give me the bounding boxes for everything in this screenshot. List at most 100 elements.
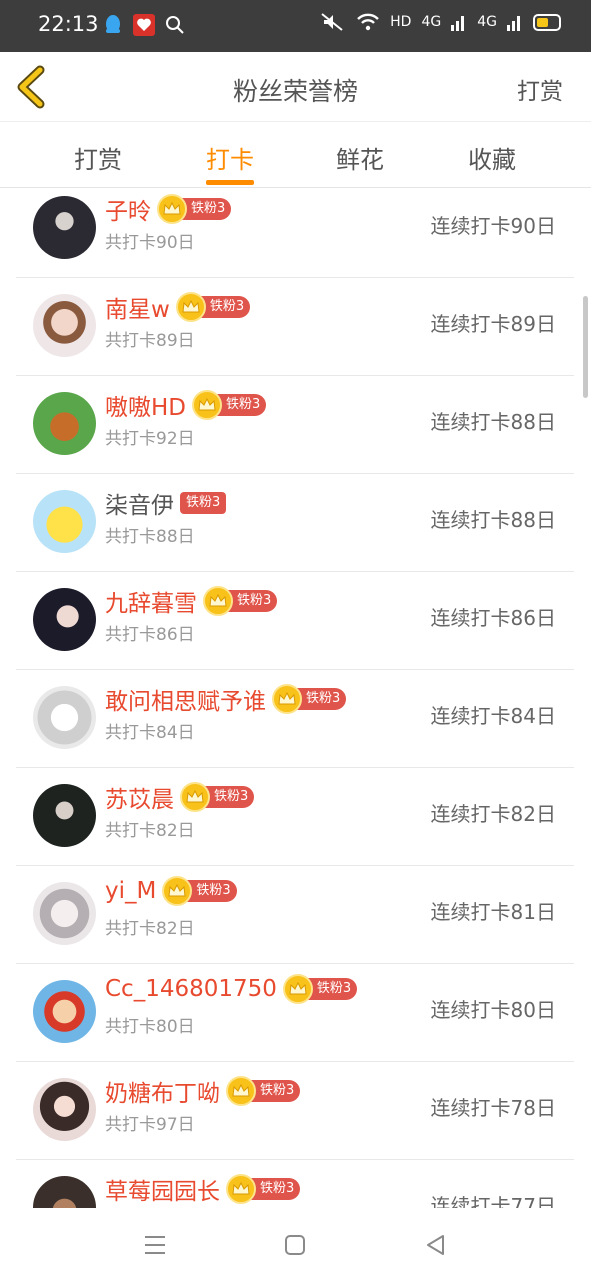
streak-days: 连续打卡77日 — [430, 1194, 556, 1208]
fan-badge: 铁粉3 — [226, 1076, 301, 1106]
avatar — [33, 196, 96, 259]
total-checkin: 共打卡88日 — [105, 527, 195, 547]
fan-badge: 铁粉3 — [180, 491, 227, 515]
home-button[interactable] — [278, 1228, 312, 1262]
system-status-icons: HD 4G 4G — [320, 12, 561, 32]
streak-days: 连续打卡88日 — [430, 410, 556, 434]
avatar — [33, 392, 96, 455]
header: 粉丝荣誉榜 打赏 — [0, 52, 591, 122]
total-checkin: 共打卡92日 — [105, 429, 195, 449]
hd-label: HD — [390, 14, 412, 30]
crown-icon — [203, 586, 233, 616]
avatar — [33, 294, 96, 357]
user-name: 九辞暮雪 — [105, 591, 197, 617]
tab-reward[interactable]: 打赏 — [58, 140, 138, 175]
user-name: 嗷嗷HD — [105, 395, 187, 421]
status-bar: 22:13 HD 4G 4G — [0, 0, 591, 52]
avatar — [33, 490, 96, 553]
total-checkin: 共打卡97日 — [105, 1115, 195, 1135]
mute-icon — [321, 13, 343, 31]
list-item[interactable]: 奶糖布丁呦 铁粉3 共打卡97日 连续打卡78日 — [16, 1062, 574, 1160]
total-checkin: 共打卡86日 — [105, 625, 195, 645]
total-checkin: 共打卡90日 — [105, 233, 195, 253]
streak-days: 连续打卡88日 — [430, 508, 556, 532]
fan-badge: 铁粉3 — [272, 684, 347, 714]
fan-badge: 铁粉3 — [226, 1174, 301, 1204]
user-name: 柒音伊 — [105, 493, 174, 519]
avatar — [33, 980, 96, 1043]
list-item[interactable]: yi_M 铁粉3 共打卡82日 连续打卡81日 — [16, 866, 574, 964]
crown-icon — [157, 194, 187, 224]
tab-checkin[interactable]: 打卡 — [190, 140, 270, 175]
crown-icon — [175, 292, 206, 322]
user-name: 奶糖布丁呦 — [105, 1081, 220, 1107]
search-icon — [166, 16, 184, 34]
badge-label: 铁粉3 — [180, 492, 227, 514]
user-name: 苏苡晨 — [105, 787, 174, 813]
qq-icon — [106, 15, 120, 33]
list-item[interactable]: Cc_146801750 铁粉3 共打卡80日 连续打卡80日 — [16, 964, 574, 1062]
notification-icons — [103, 14, 185, 36]
list-item[interactable]: 南星w 铁粉3 共打卡89日 连续打卡89日 — [16, 278, 574, 376]
heart-app-icon — [133, 14, 155, 36]
list-item[interactable]: 苏苡晨 铁粉3 共打卡82日 连续打卡82日 — [16, 768, 574, 866]
fan-badge: 铁粉3 — [203, 586, 278, 616]
streak-days: 连续打卡84日 — [430, 704, 556, 728]
avatar — [33, 1176, 96, 1208]
status-time: 22:13 — [38, 12, 99, 36]
reward-button[interactable]: 打赏 — [517, 72, 563, 106]
crown-icon — [180, 782, 210, 812]
user-name: 草莓园园长 — [105, 1179, 220, 1205]
scrollbar[interactable] — [583, 296, 588, 398]
menu-icon — [145, 1236, 165, 1254]
wifi-icon — [357, 13, 380, 31]
fan-list: 子昤 铁粉3 共打卡90日 连续打卡90日 南星w 铁粉3 共打卡89日 连续打… — [0, 188, 591, 1208]
back-triangle-icon — [427, 1235, 444, 1255]
crown-icon — [226, 1076, 256, 1106]
signal-icon-2 — [507, 16, 520, 31]
fan-badge: 铁粉3 — [162, 876, 237, 906]
list-item[interactable]: 嗷嗷HD 铁粉3 共打卡92日 连续打卡88日 — [16, 376, 574, 474]
system-nav-bar — [0, 1208, 591, 1280]
list-item[interactable]: 九辞暮雪 铁粉3 共打卡86日 连续打卡86日 — [16, 572, 574, 670]
streak-days: 连续打卡86日 — [430, 606, 556, 630]
fan-badge: 铁粉3 — [157, 194, 232, 224]
list-item[interactable]: 敢问相思赋予谁 铁粉3 共打卡84日 连续打卡84日 — [16, 670, 574, 768]
battery-icon — [533, 13, 561, 31]
home-square-icon — [285, 1235, 305, 1255]
active-tab-indicator — [206, 180, 254, 185]
back-nav-button[interactable] — [418, 1228, 452, 1262]
list-item[interactable]: 子昤 铁粉3 共打卡90日 连续打卡90日 — [16, 188, 574, 278]
total-checkin: 共打卡89日 — [105, 331, 195, 351]
total-checkin: 共打卡82日 — [105, 821, 195, 841]
signal-4g-label: 4G — [421, 14, 442, 30]
tab-flowers[interactable]: 鲜花 — [320, 140, 400, 175]
user-name: 子昤 — [105, 199, 151, 225]
crown-icon — [192, 390, 223, 420]
crown-icon — [272, 684, 302, 714]
user-name: 敢问相思赋予谁 — [105, 689, 266, 715]
signal-icon — [451, 16, 465, 31]
streak-days: 连续打卡81日 — [430, 900, 556, 924]
crown-icon — [282, 974, 313, 1004]
user-name: 南星w — [105, 297, 170, 323]
menu-button[interactable] — [138, 1228, 172, 1262]
total-checkin: 共打卡80日 — [105, 1017, 195, 1037]
streak-days: 连续打卡78日 — [430, 1096, 556, 1120]
total-checkin: 共打卡84日 — [105, 723, 195, 743]
fan-badge: 铁粉3 — [282, 974, 358, 1004]
tab-favorites[interactable]: 收藏 — [452, 140, 532, 175]
streak-days: 连续打卡90日 — [430, 214, 556, 238]
signal-4g-label-2: 4G — [477, 14, 497, 30]
user-name: Cc_146801750 — [105, 976, 277, 1002]
fan-badge: 铁粉3 — [175, 292, 251, 322]
page-title: 粉丝荣誉榜 — [232, 77, 358, 106]
avatar — [33, 1078, 96, 1141]
streak-days: 连续打卡89日 — [430, 312, 556, 336]
list-item[interactable]: 草莓园园长 铁粉3 连续打卡77日 — [16, 1160, 574, 1208]
fan-badge: 铁粉3 — [180, 782, 255, 812]
fan-badge: 铁粉3 — [192, 390, 267, 420]
avatar — [33, 686, 96, 749]
list-item[interactable]: 柒音伊 铁粉3 共打卡88日 连续打卡88日 — [16, 474, 574, 572]
streak-days: 连续打卡80日 — [430, 998, 556, 1022]
